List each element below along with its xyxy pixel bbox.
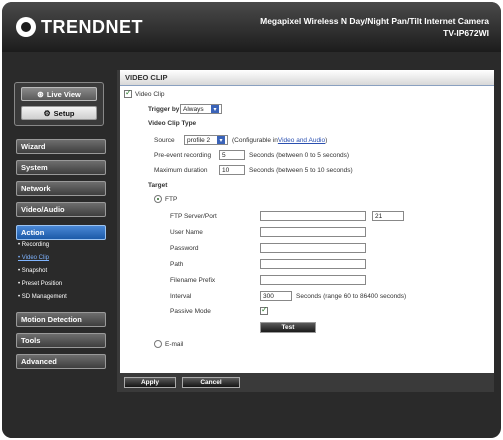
filename-prefix-label: Filename Prefix (170, 276, 216, 284)
path-label: Path (170, 260, 184, 268)
trigger-label: Trigger by (148, 105, 180, 113)
video-clip-toggle[interactable]: Video Clip (124, 88, 165, 98)
product-info: Megapixel Wireless N Day/Night Pan/Tilt … (260, 16, 489, 38)
trigger-select[interactable]: Always ▾ (180, 104, 222, 114)
path-row: Path (170, 259, 366, 269)
pre-event-row: Pre-event recording 5 Seconds (between 0… (154, 150, 349, 160)
cancel-button[interactable]: Cancel (182, 377, 240, 388)
chevron-down-icon: ▾ (211, 105, 219, 113)
apply-button[interactable]: Apply (124, 377, 176, 388)
source-note-prefix: (Configurable in (232, 136, 278, 144)
ftp-server-input[interactable] (260, 211, 366, 221)
ftp-server-port-label: FTP Server/Port (170, 212, 217, 220)
menu-wizard[interactable]: Wizard (16, 139, 106, 154)
submenu-preset-position[interactable]: • Preset Position (18, 281, 62, 287)
ftp-option[interactable]: FTP (154, 195, 177, 203)
video-clip-checkbox[interactable] (124, 88, 132, 98)
user-name-input[interactable] (260, 227, 366, 237)
ftp-radio[interactable] (154, 195, 162, 203)
product-model: TV-IP672WI (443, 28, 489, 38)
source-note-suffix: ) (325, 136, 328, 144)
path-input[interactable] (260, 259, 366, 269)
pre-event-input[interactable]: 5 (219, 150, 245, 160)
submenu-snapshot[interactable]: • Snapshot (18, 268, 47, 274)
brand-name: TRENDNET (41, 16, 143, 37)
interval-input[interactable]: 300 (260, 291, 292, 301)
source-label: Source (154, 136, 175, 144)
password-input[interactable] (260, 243, 366, 253)
menu-system[interactable]: System (16, 160, 106, 175)
pre-event-note: Seconds (between 0 to 5 seconds) (249, 151, 350, 159)
max-duration-note: Seconds (between 5 to 10 seconds) (249, 166, 353, 174)
source-row: Source profile 2 ▾ (Configurable in Vide… (154, 135, 327, 145)
gear-icon: ⚙ (43, 108, 51, 118)
password-row: Password (170, 243, 366, 253)
ftp-server-row: FTP Server/Port 21 (170, 211, 404, 221)
menu-tools[interactable]: Tools (16, 333, 106, 348)
ftp-port-input[interactable]: 21 (372, 211, 404, 221)
max-duration-row: Maximum duration 10 Seconds (between 5 t… (154, 165, 353, 175)
main-panel: VIDEO CLIP Video Clip Trigger by Always … (117, 70, 494, 392)
menu-network[interactable]: Network (16, 181, 106, 196)
submenu-recording[interactable]: • Recording (18, 242, 49, 248)
passive-mode-row: Passive Mode (170, 305, 271, 315)
email-radio[interactable] (154, 340, 162, 348)
trigger-value: Always (183, 105, 204, 113)
menu-action[interactable]: Action (16, 225, 106, 240)
clip-type-heading: Video Clip Type (148, 120, 196, 127)
filename-prefix-input[interactable] (260, 275, 366, 285)
source-value: profile 2 (187, 136, 211, 144)
video-audio-link[interactable]: Video and Audio (278, 137, 325, 144)
live-view-label: Live View (46, 89, 81, 99)
trigger-row: Trigger by Always ▾ (148, 104, 222, 114)
interval-label: Interval (170, 292, 192, 300)
pre-event-label: Pre-event recording (154, 151, 212, 159)
password-label: Password (170, 244, 199, 252)
menu-advanced[interactable]: Advanced (16, 354, 106, 369)
setup-label: Setup (53, 108, 75, 118)
video-clip-label: Video Clip (135, 90, 165, 98)
email-option[interactable]: E-mail (154, 340, 183, 348)
user-name-row: User Name (170, 227, 366, 237)
view-switcher: ⊛ Live View ⚙ Setup (14, 82, 104, 126)
setup-button[interactable]: ⚙ Setup (21, 106, 97, 120)
logo-icon (16, 17, 36, 37)
filename-prefix-row: Filename Prefix (170, 275, 366, 285)
live-view-button[interactable]: ⊛ Live View (21, 87, 97, 101)
email-label: E-mail (165, 340, 184, 348)
app-frame: TRENDNET Megapixel Wireless N Day/Night … (2, 2, 501, 438)
product-title: Megapixel Wireless N Day/Night Pan/Tilt … (260, 16, 489, 26)
test-button[interactable]: Test (260, 322, 316, 333)
sidebar: ⊛ Live View ⚙ Setup Wizard System Networ… (2, 52, 112, 438)
max-duration-label: Maximum duration (154, 166, 208, 174)
menu-video-audio[interactable]: Video/Audio (16, 202, 106, 217)
interval-note: Seconds (range 60 to 86400 seconds) (296, 292, 407, 300)
passive-mode-label: Passive Mode (170, 307, 211, 315)
passive-mode-checkbox[interactable] (260, 305, 268, 315)
camera-icon: ⊛ (37, 89, 44, 99)
chevron-down-icon: ▾ (217, 136, 225, 144)
trendnet-logo: TRENDNET (16, 16, 143, 38)
max-duration-input[interactable]: 10 (219, 165, 245, 175)
submenu-sd-management[interactable]: • SD Management (18, 294, 67, 300)
target-label: Target (148, 182, 168, 189)
section-title: VIDEO CLIP (120, 70, 494, 86)
submenu-video-clip[interactable]: • Video Clip (18, 255, 49, 261)
clip-type-label: Video Clip Type (148, 120, 197, 127)
menu-motion-detection[interactable]: Motion Detection (16, 312, 106, 327)
header: TRENDNET Megapixel Wireless N Day/Night … (2, 2, 501, 52)
action-bar: Apply Cancel (117, 373, 494, 392)
source-select[interactable]: profile 2 ▾ (184, 135, 228, 145)
user-name-label: User Name (170, 228, 203, 236)
target-heading: Target (148, 182, 167, 189)
ftp-label: FTP (165, 195, 178, 203)
interval-row: Interval 300 Seconds (range 60 to 86400 … (170, 291, 406, 301)
